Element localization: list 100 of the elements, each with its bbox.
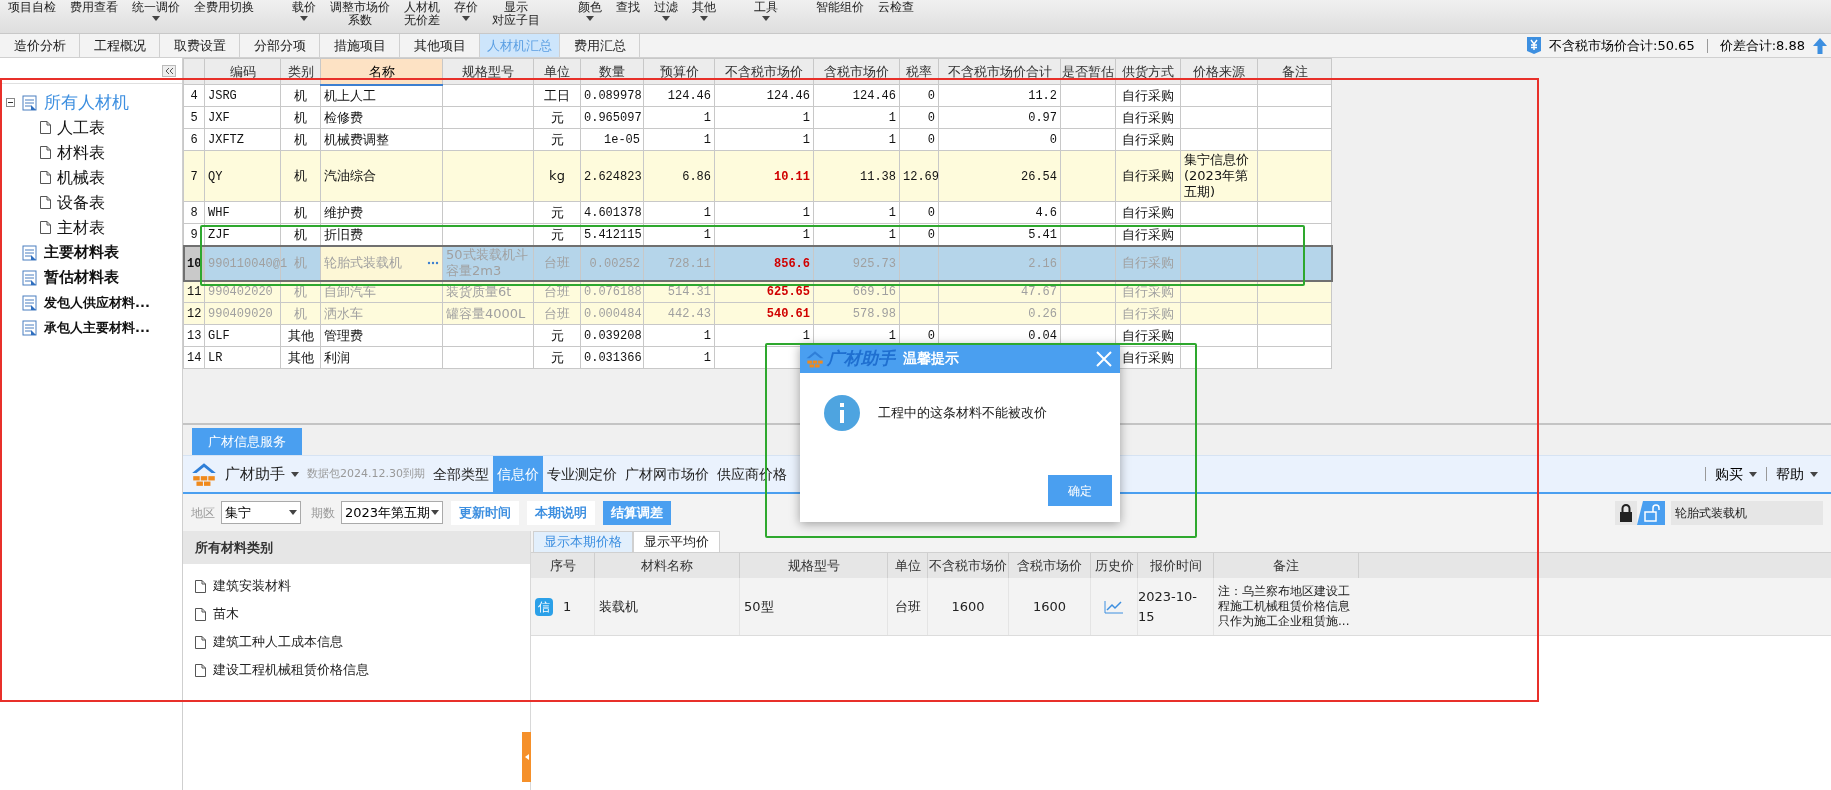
table-cell: 元 <box>550 204 564 220</box>
column-header[interactable]: 价格来源 <box>1180 58 1258 85</box>
region-select[interactable]: 集宁 <box>221 501 301 524</box>
line-chart-icon[interactable] <box>1104 599 1124 614</box>
table-cell: 1 <box>802 206 810 220</box>
table-row[interactable]: 5 JXF 机 检修费 元 0.965097 1 1 1 0 0.97 自行采购 <box>183 106 1332 129</box>
table-cell: 台班 <box>544 305 570 321</box>
info-badge: 信 <box>535 597 553 616</box>
table-cell: 机 <box>294 204 307 220</box>
table-cell: WHF <box>208 206 230 220</box>
table-cell: 0 <box>1049 133 1057 147</box>
table-cell: 0.04 <box>1028 329 1057 343</box>
category-item[interactable]: 建设工程机械租赁价格信息 <box>213 660 369 680</box>
toolbar-button[interactable]: 载价 <box>292 0 316 21</box>
tab[interactable]: 分部分项 <box>240 34 320 57</box>
toolbar-button[interactable]: 全费用切换 <box>194 0 254 14</box>
toolbar-button[interactable]: 其他 <box>692 0 716 21</box>
table-cell: 机 <box>294 255 307 270</box>
close-icon[interactable] <box>1096 350 1112 367</box>
type-tab[interactable]: 全部类型 <box>429 456 493 492</box>
type-tab[interactable]: 专业测定价 <box>543 456 621 492</box>
tree-item[interactable]: 主材表 <box>57 215 105 240</box>
dropdown-icon <box>152 16 160 21</box>
toolbar-button[interactable]: 查找 <box>616 0 640 14</box>
table-cell: 自行采购 <box>1122 131 1174 147</box>
tree-item[interactable]: 材料表 <box>57 140 105 165</box>
column-header[interactable]: 编码 <box>204 58 281 85</box>
table-cell: 2.16 <box>1028 256 1057 271</box>
tree-item[interactable]: 人工表 <box>57 115 105 140</box>
expiry-text: 数据包2024.12.30到期 <box>307 465 425 482</box>
help-menu[interactable]: 帮助 <box>1767 463 1827 485</box>
toolbar-button[interactable]: 统一调价 <box>132 0 180 21</box>
tree-item[interactable]: 承包人主要材料... <box>44 317 150 338</box>
table-cell: kg <box>549 168 565 183</box>
table-row[interactable]: 6 JXFTZ 机 机械费调整 元 1e-05 1 1 1 0 0 自行采购 <box>183 128 1332 151</box>
tab[interactable]: 费用汇总 <box>560 34 640 57</box>
tab[interactable]: 取费设置 <box>160 34 240 57</box>
table-cell: 728.11 <box>667 256 711 271</box>
table-row[interactable]: 7 QY 机 汽油综合 kg 2.624823 6.86 10.11 11.38 12.69 26.54 自行采购 集宁信息价(2023年第五期) <box>183 150 1332 202</box>
column-header[interactable]: 备注 <box>1257 58 1332 85</box>
table-cell-text: 注：乌兰察布地区建设工程施工机械租赁价格信息只作为施工企业租赁施... <box>1218 584 1351 629</box>
category-item[interactable]: 苗木 <box>213 604 239 624</box>
splitter-handle[interactable] <box>522 732 531 782</box>
table-row[interactable]: 8 WHF 机 维护费 元 4.601378 1 1 1 0 4.6 自行采购 <box>183 201 1332 224</box>
table-cell-text: 1 <box>563 597 572 616</box>
view-tab[interactable]: 显示平均价 <box>633 531 720 552</box>
toolbar-button[interactable]: 工具 <box>754 0 778 21</box>
table-row[interactable]: 12 990409020 机 洒水车 罐容量4000L 台班 0.000484 442.43 540.61 578.98 0.26 自行采购 <box>183 302 1332 325</box>
tree-item[interactable]: 机械表 <box>57 165 105 190</box>
column-header[interactable]: 预算价 <box>643 58 715 85</box>
category-item[interactable]: 建筑安装材料 <box>213 576 291 596</box>
tab[interactable]: 工程概况 <box>80 34 160 57</box>
toolbar-button[interactable]: 存价 <box>454 0 478 21</box>
column-header[interactable]: 规格型号 <box>442 58 534 85</box>
table-cell: 1 <box>802 228 810 242</box>
table-cell: 1 <box>888 206 896 220</box>
collapse-icon[interactable] <box>162 64 176 77</box>
toolbar-button[interactable]: 颜色 <box>578 0 602 21</box>
table-cell: 利润 <box>324 349 350 365</box>
tree-item[interactable]: 发包人供应材料... <box>44 292 150 313</box>
brand-menu[interactable]: 广材助手 <box>225 462 299 486</box>
table-cell: 检修费 <box>324 109 363 125</box>
toolbar-button[interactable]: 智能组价 <box>816 0 864 14</box>
table-cell: 1 <box>703 111 711 125</box>
tree-item[interactable]: 暂估材料表 <box>44 266 119 289</box>
table-cell: 11.38 <box>860 169 896 184</box>
period-select[interactable]: 2023年第五期 <box>341 501 443 524</box>
toolbar-button[interactable]: 调整市场价 系数 <box>330 0 390 27</box>
table-cell: 罐容量4000L <box>446 305 526 321</box>
lock-icon[interactable] <box>1615 500 1637 525</box>
toolbar-button[interactable]: 云检查 <box>878 0 914 14</box>
toolbar-button[interactable]: 项目自检 <box>8 0 56 14</box>
up-arrow-icon[interactable] <box>1813 37 1827 54</box>
tab[interactable]: 措施项目 <box>320 34 400 57</box>
table-cell: 轮胎式装载机 <box>324 255 402 271</box>
column-header[interactable] <box>183 58 205 85</box>
dropdown-icon <box>586 16 594 21</box>
tree-item[interactable]: 主要材料表 <box>44 241 119 264</box>
table-row[interactable]: 4 JSRG 机 机上人工 工日 0.089978 124.46 124.46 124.46 0 11.2 自行采购 <box>183 84 1332 107</box>
column-header[interactable]: 名称 <box>320 58 443 85</box>
more-icon[interactable] <box>427 261 439 265</box>
table-cell: 540.61 <box>766 307 810 321</box>
toolbar-button[interactable]: 显示 对应子目 <box>492 0 540 27</box>
table-cell: 0 <box>927 111 935 125</box>
column-header[interactable]: 不含税市场价 <box>714 58 814 85</box>
tree-item[interactable]: 设备表 <box>57 190 105 215</box>
search-field[interactable]: 轮胎式装载机 <box>1671 500 1823 525</box>
collapse-toggle-icon[interactable] <box>6 98 15 107</box>
toolbar-button[interactable]: 人材机 无价差 <box>404 0 440 27</box>
buy-menu[interactable]: 购买 <box>1706 463 1766 485</box>
table-cell: 47.67 <box>1021 285 1057 299</box>
table-cell: 自行采购 <box>1122 226 1174 242</box>
type-tab[interactable]: 广材网市场价 <box>621 456 713 492</box>
column-header[interactable]: 含税市场价 <box>813 58 900 85</box>
table-cell: 124.46 <box>766 89 810 103</box>
toolbar-button[interactable]: 费用查看 <box>70 0 118 14</box>
category-item[interactable]: 建筑工种人工成本信息 <box>213 632 343 652</box>
toolbar-button[interactable]: 过滤 <box>654 0 678 21</box>
tab[interactable]: 造价分析 <box>0 34 80 57</box>
column-header[interactable]: 不含税市场价合计 <box>938 58 1061 85</box>
